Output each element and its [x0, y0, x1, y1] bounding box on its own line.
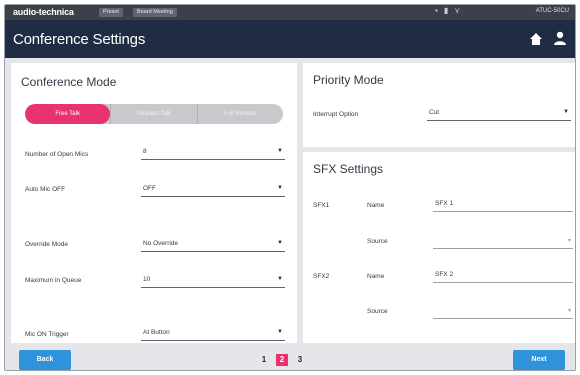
page-3[interactable]: 3 [294, 354, 306, 366]
caret-down-icon: ▼ [277, 329, 283, 335]
caret-down-icon: ▼ [277, 185, 283, 191]
auto-mic-off-label: Auto Mic OFF [25, 186, 66, 193]
brand-logo: audio-technica [13, 7, 74, 17]
conference-mode-selector: Free Talk Request Talk Full Remote [25, 104, 283, 124]
status-icons: ▪▮⋎ [435, 6, 466, 15]
sfx-settings-panel: SFX Settings SFX1 Name SFX 1 Source ▾ SF… [303, 152, 575, 343]
mic-on-trigger-value: At Button [143, 329, 170, 336]
override-mode-value: No Override [143, 240, 179, 247]
wifi-icon: ⋎ [454, 6, 467, 15]
mic-on-trigger-select[interactable]: At Button ▼ [141, 327, 285, 341]
caret-down-icon: ▼ [277, 276, 283, 282]
sfx1-source-select[interactable]: ▾ [433, 235, 573, 249]
sfx1-name-input[interactable]: SFX 1 [433, 198, 573, 212]
mode-free-talk-button[interactable]: Free Talk [25, 104, 111, 124]
conference-mode-title: Conference Mode [21, 75, 117, 89]
sfx2-name-value: SFX 2 [435, 271, 454, 278]
auto-mic-off-value: OFF [143, 185, 156, 192]
home-icon[interactable] [529, 32, 543, 46]
caret-down-icon: ▼ [277, 240, 283, 246]
app-window: audio-technica Preset Board Meeting ▪▮⋎ … [4, 4, 576, 371]
open-mics-select[interactable]: 8 ▼ [141, 146, 285, 160]
page-2-current[interactable]: 2 [276, 354, 288, 366]
override-mode-label: Override Mode [25, 241, 68, 248]
meeting-chip: Board Meeting [133, 8, 177, 17]
sfx2-source-select[interactable]: ▾ [433, 305, 573, 319]
model-label: ATUC-50CU [535, 8, 569, 14]
sfx2-label: SFX2 [313, 273, 330, 280]
signal-icon: ▪ [435, 6, 444, 15]
sfx1-label: SFX1 [313, 202, 330, 209]
battery-icon: ▮ [443, 6, 455, 15]
caret-down-icon: ▾ [567, 308, 571, 314]
max-queue-label: Maximum in Queue [25, 277, 82, 284]
mode-full-remote-button[interactable]: Full Remote [196, 104, 283, 124]
max-queue-value: 10 [143, 276, 151, 283]
sfx2-name-label: Name [367, 273, 385, 280]
sfx2-source-label: Source [367, 308, 388, 315]
auto-mic-off-select[interactable]: OFF ▼ [141, 183, 285, 197]
back-button[interactable]: Back [19, 350, 71, 370]
override-mode-select[interactable]: No Override ▼ [141, 238, 285, 252]
sfx-settings-title: SFX Settings [313, 162, 384, 176]
status-bar: audio-technica Preset Board Meeting ▪▮⋎ … [5, 5, 575, 20]
mic-on-trigger-label: Mic ON Trigger [25, 331, 69, 338]
caret-down-icon: ▼ [563, 109, 569, 115]
priority-mode-panel: Priority Mode Interrupt Option Cut ▼ [303, 63, 575, 147]
title-bar: Conference Settings [5, 20, 575, 58]
interrupt-option-select[interactable]: Cut ▼ [427, 107, 571, 121]
caret-down-icon: ▼ [277, 148, 283, 154]
open-mics-value: 8 [143, 148, 147, 155]
page-title: Conference Settings [13, 31, 146, 48]
user-icon[interactable] [553, 31, 567, 46]
next-button[interactable]: Next [513, 350, 565, 370]
open-mics-label: Number of Open Mics [25, 151, 89, 158]
sfx1-name-label: Name [367, 202, 385, 209]
mode-request-talk-button[interactable]: Request Talk [110, 104, 196, 124]
pagination: 1 2 3 [258, 354, 306, 366]
interrupt-option-value: Cut [429, 109, 440, 116]
footer-nav: Back 1 2 3 Next [5, 347, 575, 370]
max-queue-select[interactable]: 10 ▼ [141, 274, 285, 288]
caret-down-icon: ▾ [567, 238, 571, 244]
preset-chip: Preset [99, 8, 123, 17]
page-1[interactable]: 1 [258, 354, 270, 366]
sfx1-name-value: SFX 1 [435, 200, 454, 207]
sfx1-source-label: Source [367, 238, 388, 245]
priority-mode-title: Priority Mode [313, 73, 384, 87]
conference-mode-panel: Conference Mode Free Talk Request Talk F… [11, 63, 297, 343]
sfx2-name-input[interactable]: SFX 2 [433, 269, 573, 283]
interrupt-option-label: Interrupt Option [313, 111, 359, 118]
